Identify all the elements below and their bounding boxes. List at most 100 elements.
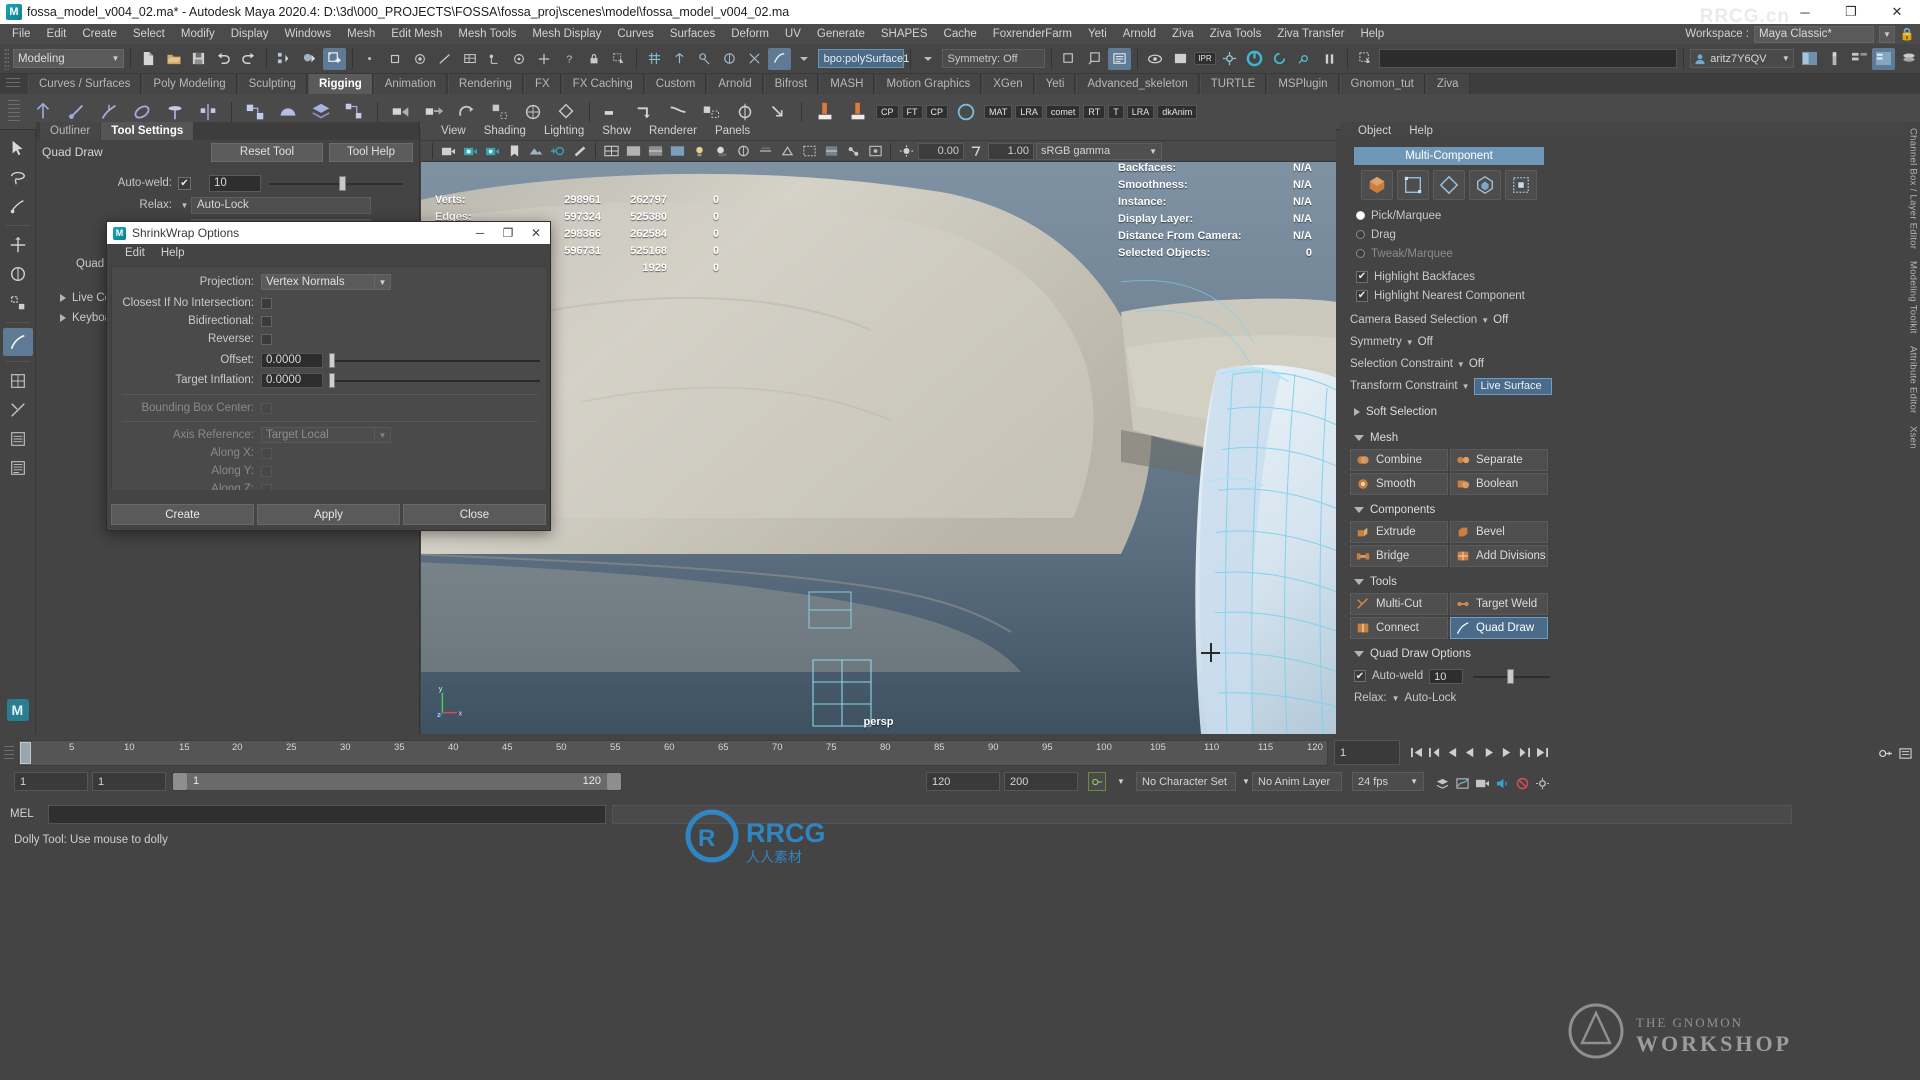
chevron-down-icon[interactable]: ▼	[1406, 338, 1414, 347]
shelf-tab-curves-surfaces[interactable]: Curves / Surfaces	[28, 74, 141, 94]
add-divisions-button[interactable]: Add Divisions	[1450, 545, 1548, 567]
snap-to-view-plane-icon[interactable]	[533, 48, 556, 70]
quad-draw-options-icon[interactable]	[793, 48, 816, 70]
quad-draw-toolbox-icon[interactable]	[3, 328, 33, 356]
layout-single-icon[interactable]	[1798, 48, 1821, 70]
quad-draw-options-header[interactable]: Quad Draw Options	[1346, 643, 1552, 665]
auto-weld-value[interactable]: 10	[209, 175, 261, 192]
range-start-field[interactable]: 1	[92, 772, 166, 791]
side-tab-modeling-toolkit[interactable]: Modeling Toolkit	[1908, 261, 1919, 334]
lock-selection-icon[interactable]	[583, 48, 606, 70]
shelf-chip-cp[interactable]: CP	[876, 105, 899, 119]
target-inflation-slider[interactable]	[329, 373, 540, 388]
close-button[interactable]: ✕	[1874, 0, 1920, 24]
texture-display-icon[interactable]	[667, 142, 687, 161]
list-view-icon[interactable]	[3, 425, 33, 453]
image-plane-icon[interactable]	[526, 142, 546, 161]
menu-item-ziva-tools[interactable]: Ziva Tools	[1202, 24, 1270, 44]
auto-key-toggle-icon[interactable]	[1088, 772, 1106, 791]
animation-preferences-icon[interactable]	[1897, 742, 1914, 765]
toolkit-menu-help[interactable]: Help	[1401, 122, 1441, 141]
shelf-tab-animation[interactable]: Animation	[374, 74, 447, 94]
menu-item-ziva-transfer[interactable]: Ziva Transfer	[1269, 24, 1352, 44]
shrinkwrap-title-bar[interactable]: M ShrinkWrap Options ─ ❐ ✕	[107, 222, 550, 244]
shelf-tab-poly-modeling[interactable]: Poly Modeling	[142, 74, 236, 94]
isolate-select-icon[interactable]	[1058, 48, 1081, 70]
menu-item-deform[interactable]: Deform	[723, 24, 777, 44]
checkbox-highlight-nearest-component[interactable]: ✔	[1356, 290, 1368, 302]
menu-item-select[interactable]: Select	[125, 24, 173, 44]
attribute-editor-toggle-icon[interactable]	[1108, 48, 1131, 70]
menu-item-create[interactable]: Create	[74, 24, 125, 44]
object-mode-icon[interactable]	[1361, 170, 1393, 200]
toolbar-grip[interactable]	[4, 48, 9, 70]
add-image-plane-icon[interactable]	[548, 142, 568, 161]
motion-blur-icon[interactable]	[755, 142, 775, 161]
components-section-header[interactable]: Components	[1346, 499, 1552, 521]
menu-item-file[interactable]: File	[4, 24, 39, 44]
checkbox-highlight-backfaces[interactable]: ✔	[1356, 271, 1368, 283]
menu-item-arnold[interactable]: Arnold	[1115, 24, 1164, 44]
shadows-icon[interactable]	[711, 142, 731, 161]
create-button[interactable]: Create	[111, 504, 254, 525]
camera-select-icon[interactable]	[438, 142, 458, 161]
edge-mode-icon[interactable]	[1433, 170, 1465, 200]
shelf-tab-xgen[interactable]: XGen	[982, 74, 1033, 94]
select-vertex-mask-icon[interactable]	[359, 48, 382, 70]
xray-joints-icon[interactable]	[843, 142, 863, 161]
playback-end-field[interactable]: 200	[1004, 772, 1078, 791]
select-face-mask-icon[interactable]	[383, 48, 406, 70]
offset-slider[interactable]	[329, 353, 540, 368]
chevron-down-icon[interactable]: ▼	[1392, 694, 1400, 703]
extrude-button[interactable]: Extrude	[1350, 521, 1448, 543]
layout-attribute-icon[interactable]	[1848, 48, 1871, 70]
anim-layer-dropdown[interactable]: No Anim Layer	[1252, 772, 1342, 791]
arnold-ipr-icon[interactable]	[1268, 48, 1291, 70]
move-tool-icon[interactable]	[3, 231, 33, 259]
camera-attributes-icon[interactable]	[482, 142, 502, 161]
shrinkwrap-menu-edit[interactable]: Edit	[119, 244, 151, 262]
hypershade-icon[interactable]	[693, 48, 716, 70]
shelf-tab-arnold[interactable]: Arnold	[707, 74, 762, 94]
target-weld-button[interactable]: Target Weld	[1450, 593, 1548, 615]
shaded-wireframe-icon[interactable]	[645, 142, 665, 161]
value-selection-constraint[interactable]: Off	[1469, 358, 1484, 370]
menu-item-help[interactable]: Help	[1352, 24, 1392, 44]
shelf-tab-msplugin[interactable]: MSPlugin	[1267, 74, 1338, 94]
step-forward-key-icon[interactable]	[1516, 741, 1533, 764]
workspace-value[interactable]: Maya Classic*	[1754, 26, 1874, 43]
relax-value[interactable]: Auto-Lock	[191, 197, 371, 214]
shrinkwrap-maximize-button[interactable]: ❐	[494, 222, 522, 244]
menu-item-mesh-tools[interactable]: Mesh Tools	[450, 24, 524, 44]
chevron-down-icon[interactable]: ▼	[1879, 26, 1895, 43]
shelf-chip-t[interactable]: T	[1108, 105, 1124, 119]
shelf-tab-sculpting[interactable]: Sculpting	[238, 74, 307, 94]
bidirectional-checkbox[interactable]	[261, 316, 272, 327]
camera-lock-icon[interactable]	[460, 142, 480, 161]
undo-icon[interactable]	[212, 48, 235, 70]
node-editor-icon[interactable]	[743, 48, 766, 70]
viewport-3d-canvas[interactable]: Verts: 298961 262797 0 Edges: 597324 525…	[421, 162, 1336, 734]
shelf-tab-gnomon-tut[interactable]: Gnomon_tut	[1340, 74, 1425, 94]
offset-value[interactable]: 0.0000	[261, 353, 323, 368]
xray-icon[interactable]	[821, 142, 841, 161]
shelf-tab-ziva[interactable]: Ziva	[1426, 74, 1470, 94]
chevron-down-icon[interactable]: ▼	[1457, 360, 1465, 369]
viewport-menu-panels[interactable]: Panels	[707, 122, 758, 141]
highlight-nearest-component-row[interactable]: ✔ Highlight Nearest Component	[1346, 286, 1552, 305]
combine-button[interactable]: Combine	[1350, 449, 1448, 471]
graph-editor-icon[interactable]	[1454, 772, 1471, 795]
toolkit-menu-object[interactable]: Object	[1350, 122, 1399, 141]
shelf-chip-dkanim[interactable]: dkAnim	[1157, 105, 1197, 119]
menu-item-modify[interactable]: Modify	[173, 24, 223, 44]
multi-cut-toolbox-icon[interactable]	[3, 396, 33, 424]
fps-dropdown[interactable]: 24 fps ▼	[1352, 772, 1424, 791]
tools-section-header[interactable]: Tools	[1346, 571, 1552, 593]
menu-item-generate[interactable]: Generate	[809, 24, 873, 44]
shelf-tab-turtle[interactable]: TURTLE	[1200, 74, 1267, 94]
uv-mode-icon[interactable]	[1505, 170, 1537, 200]
paint-select-tool-icon[interactable]	[3, 192, 33, 220]
go-to-start-icon[interactable]	[1408, 741, 1425, 764]
radio-pick-marquee[interactable]	[1356, 211, 1365, 220]
play-backwards-icon[interactable]	[1462, 741, 1479, 764]
